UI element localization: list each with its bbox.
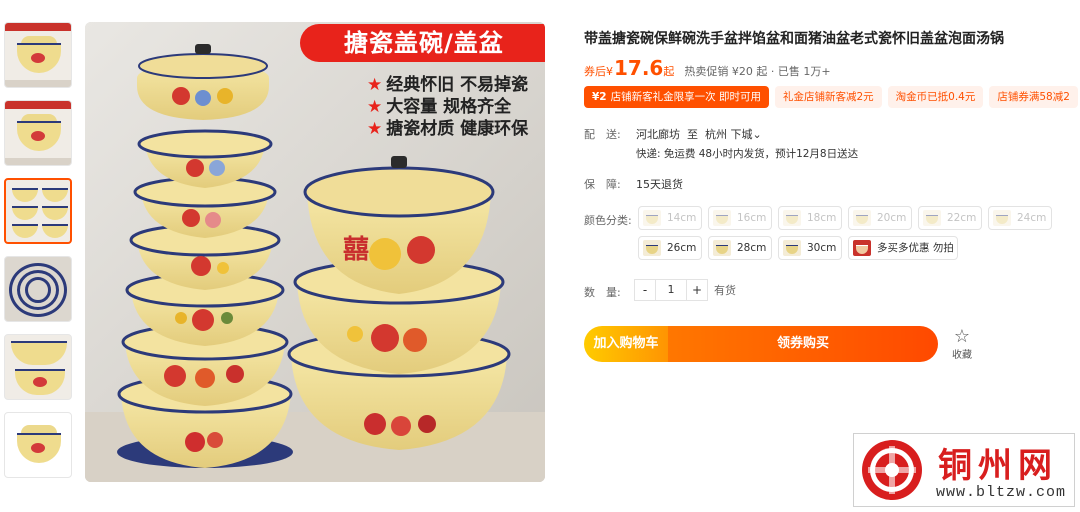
site-watermark: 铜州网 www.bltzw.com: [853, 433, 1075, 507]
quantity-input[interactable]: 1: [656, 279, 686, 301]
star-icon: ☆: [953, 326, 971, 347]
quantity-plus-button[interactable]: +: [686, 279, 708, 301]
shipping-route[interactable]: 河北廊坊 至 杭州 下城⌄: [636, 126, 762, 142]
quantity-minus-button[interactable]: -: [634, 279, 656, 301]
favorite-button[interactable]: ☆ 收藏: [950, 326, 974, 362]
option-16cm[interactable]: 16cm: [708, 206, 772, 230]
thumbnail-5[interactable]: [4, 334, 72, 400]
coupon-row: ¥2 店铺新客礼金限享一次 即时可用 礼金店铺新客减2元 淘金币已抵0.4元 店铺…: [584, 86, 1078, 108]
promo-icon: [853, 240, 871, 256]
option-24cm[interactable]: 24cm: [988, 206, 1052, 230]
bowl-icon: [643, 240, 661, 256]
thumbnail-3[interactable]: [4, 178, 72, 244]
quantity-stepper: - 1 + 有货: [634, 279, 736, 301]
price-suffix: 起: [663, 65, 675, 78]
coupon-taojinbi[interactable]: 淘金币已抵0.4元: [887, 86, 984, 108]
bowl-icon: [783, 210, 801, 226]
guarantee-value[interactable]: 15天退货: [636, 176, 683, 192]
coupon-store[interactable]: 店铺券满58减2: [989, 86, 1078, 108]
bowl-icon: [713, 210, 731, 226]
thumbnail-1[interactable]: [4, 22, 72, 88]
stock-status: 有货: [714, 284, 736, 297]
bowl-icon: [713, 240, 731, 256]
price-row: 券后¥ 17.6 起 热卖促销 ¥20 起 · 已售 1万+: [584, 56, 831, 80]
shipping-detail: 快递: 免运费 48小时内发货，预计12月8日送达: [636, 148, 859, 160]
coupon-gift[interactable]: 礼金店铺新客减2元: [774, 86, 882, 108]
option-20cm[interactable]: 20cm: [848, 206, 912, 230]
shipping-label: 配 送:: [584, 128, 621, 141]
option-22cm[interactable]: 22cm: [918, 206, 982, 230]
bowl-icon: [783, 240, 801, 256]
option-28cm[interactable]: 28cm: [708, 236, 772, 260]
bowl-icon: [643, 210, 661, 226]
guarantee-label: 保 障:: [584, 178, 621, 191]
bowl-icon: [853, 210, 871, 226]
hero-banner: 搪瓷盖碗/盖盆: [300, 24, 545, 62]
bowl-icon: [993, 210, 1011, 226]
site-logo-icon: [862, 440, 922, 500]
color-label: 颜色分类:: [584, 214, 632, 227]
option-14cm[interactable]: 14cm: [638, 206, 702, 230]
price-value: 17.6: [614, 56, 664, 80]
coupon-new-customer[interactable]: ¥2 店铺新客礼金限享一次 即时可用: [584, 86, 769, 108]
feature-3: ★ 搪瓷材质 健康环保: [367, 119, 529, 139]
option-30cm[interactable]: 30cm: [778, 236, 842, 260]
hot-sale-text: 热卖促销 ¥20 起 · 已售 1万+: [684, 65, 831, 78]
add-to-cart-button[interactable]: 加入购物车: [584, 326, 668, 362]
thumbnail-6[interactable]: [4, 412, 72, 478]
option-bulk-discount[interactable]: 多买多优惠 勿拍: [848, 236, 958, 260]
product-title: 带盖搪瓷碗保鲜碗洗手盆拌馅盆和面猪油盆老式瓷怀旧盖盆泡面汤锅: [584, 31, 1004, 47]
price-prefix: 券后¥: [584, 65, 613, 78]
option-18cm[interactable]: 18cm: [778, 206, 842, 230]
double-happiness-glyph: 囍: [343, 235, 369, 265]
bowl-icon: [923, 210, 941, 226]
thumbnail-list: [4, 22, 74, 490]
buy-with-coupon-button[interactable]: 领券购买: [668, 326, 938, 362]
site-url: www.bltzw.com: [936, 484, 1067, 501]
favorite-label: 收藏: [952, 350, 972, 361]
site-title: 铜州网: [938, 446, 1058, 486]
main-product-image: 囍 搪瓷盖碗/盖盆 ★ 经典怀旧 不易掉瓷 ★ 大容量 规格齐全 ★ 搪瓷材质 健康环…: [85, 22, 545, 482]
product-page: 囍 搪瓷盖碗/盖盆 ★ 经典怀旧 不易掉瓷 ★ 大容量 规格齐全 ★ 搪瓷材质 健康环…: [0, 0, 1080, 512]
option-26cm[interactable]: 26cm: [638, 236, 702, 260]
chevron-down-icon: ⌄: [752, 128, 762, 141]
quantity-label: 数 量:: [584, 286, 621, 299]
thumbnail-4[interactable]: [4, 256, 72, 322]
thumbnail-2[interactable]: [4, 100, 72, 166]
